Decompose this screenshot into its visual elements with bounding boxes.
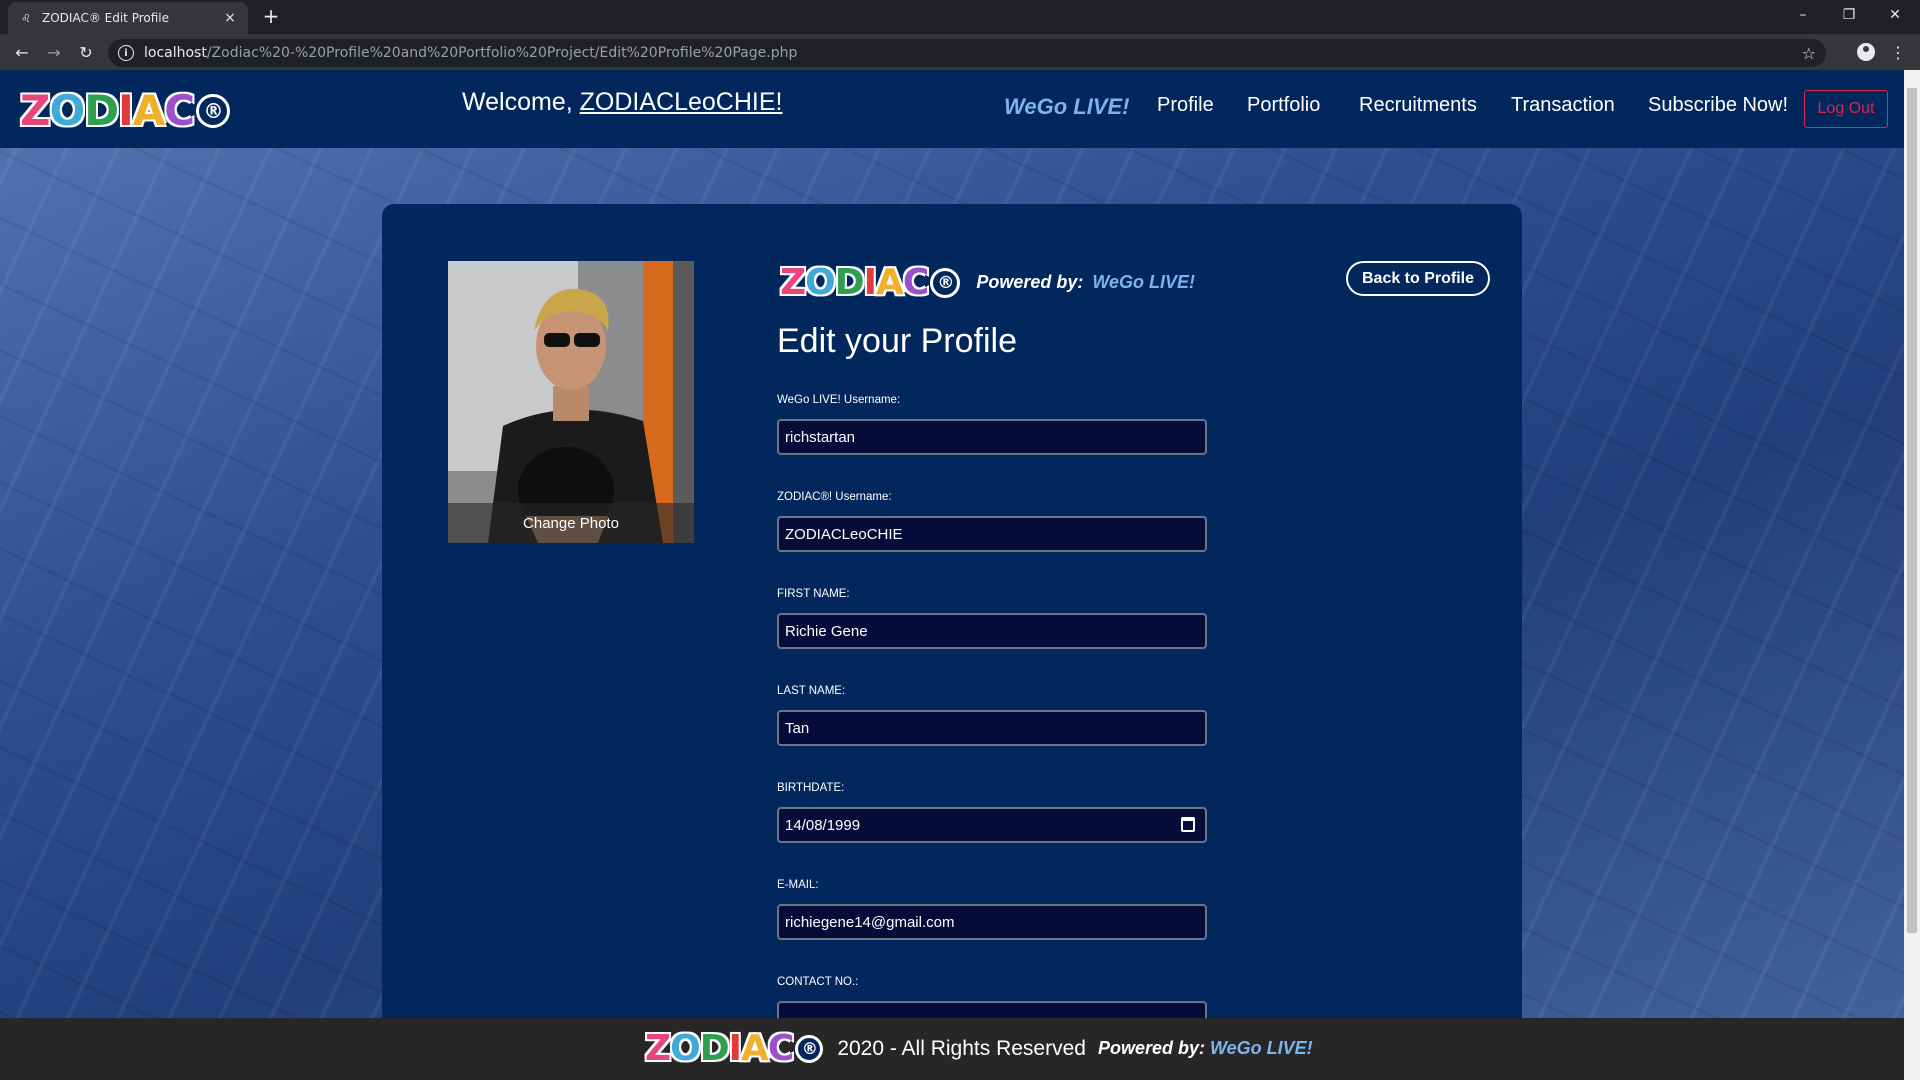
logo-letter: C <box>767 1028 794 1069</box>
copyright-text: 2020 - All Rights Reserved <box>837 1036 1086 1060</box>
zodiac-logo[interactable]: Z O D I A C ® <box>20 86 231 135</box>
reload-icon[interactable]: ↻ <box>74 40 98 64</box>
first-name-label: FIRST NAME: <box>777 588 850 600</box>
browser-menu-icon[interactable]: ⋮ <box>1886 40 1910 64</box>
logo-letter: O <box>670 1028 701 1069</box>
welcome-prefix: Welcome, <box>462 88 580 116</box>
welcome-user-link[interactable]: ZODIACLeoCHIE! <box>580 88 783 116</box>
powered-by-text: Powered by: <box>1097 1038 1205 1058</box>
logo-letter: A <box>741 1028 769 1069</box>
logo-letter: D <box>699 1028 730 1069</box>
logo-letter: I <box>728 1028 742 1069</box>
logo-letter: Z <box>645 1028 671 1069</box>
logo-letter: C <box>164 86 195 135</box>
logo-letter: Z <box>20 86 50 135</box>
wego-username-input[interactable]: richstartan <box>777 419 1207 455</box>
birthdate-value: 14/08/1999 <box>785 816 861 834</box>
powered-by-label: Powered by: WeGo LIVE! <box>976 272 1195 293</box>
contact-no-label: CONTACT NO.: <box>777 976 859 988</box>
logout-button[interactable]: Log Out <box>1804 90 1888 128</box>
site-footer: Z O D I A C ® 2020 - All Rights Reserved… <box>0 1018 1904 1080</box>
browser-tab-bar: ♌ ZODIAC® Edit Profile × + – ❐ ✕ <box>0 0 1920 34</box>
profile-photo[interactable]: Change Photo <box>448 261 694 543</box>
wego-live-logo: WeGo LIVE! <box>1210 1038 1313 1058</box>
registered-icon: ® <box>196 93 231 128</box>
back-arrow-icon[interactable]: ← <box>10 40 34 64</box>
form-field: WeGo LIVE! Username: richstartan <box>777 394 1217 491</box>
form-logo-row: Z O D I A C ® Powered by: WeGo LIVE! <box>780 262 1195 303</box>
welcome-message: Welcome, ZODIACLeoCHIE! <box>462 88 782 117</box>
footer-powered-by: Powered by: WeGo LIVE! <box>1098 1038 1313 1059</box>
form-field: ZODIAC®! Username: ZODIACLeoCHIE <box>777 491 1217 588</box>
edit-profile-card: Change Photo Z O D I A C ® Powered by: W… <box>382 204 1522 1080</box>
site-header: Z O D I A C ® Welcome, ZODIACLeoCHIE! We… <box>0 70 1904 148</box>
profile-photo-image <box>448 261 694 543</box>
tab-close-icon[interactable]: × <box>222 10 238 26</box>
footer-content: Z O D I A C ® 2020 - All Rights Reserved… <box>645 1028 1313 1069</box>
page-scrollbar[interactable] <box>1904 70 1920 1080</box>
birthdate-label: BIRTHDATE: <box>777 782 845 794</box>
zodiac-logo: Z O D I A C ® <box>645 1028 824 1069</box>
logo-letter: O <box>805 262 836 303</box>
logo-letter: C <box>902 262 929 303</box>
logo-letter: I <box>118 86 134 135</box>
nav-profile[interactable]: Profile <box>1157 94 1214 117</box>
page-title: Edit your Profile <box>777 322 1017 360</box>
nav-subscribe[interactable]: Subscribe Now! <box>1648 94 1788 117</box>
zodiac-logo: Z O D I A C ® <box>780 262 961 303</box>
registered-icon: ® <box>795 1034 824 1063</box>
wego-live-logo[interactable]: WeGo LIVE! <box>1004 94 1130 120</box>
nav-portfolio[interactable]: Portfolio <box>1247 94 1320 117</box>
close-window-button[interactable]: ✕ <box>1872 0 1918 30</box>
forward-arrow-icon[interactable]: → <box>42 40 66 64</box>
change-photo-label[interactable]: Change Photo <box>448 503 694 543</box>
address-bar[interactable]: i localhost /Zodiac%20-%20Profile%20and%… <box>108 39 1826 67</box>
form-field: BIRTHDATE: 14/08/1999 <box>777 782 1217 879</box>
logo-letter: A <box>132 86 166 135</box>
url-path: /Zodiac%20-%20Profile%20and%20Portfolio%… <box>206 45 798 61</box>
email-label: E-MAIL: <box>777 879 819 891</box>
registered-icon: ® <box>930 267 961 298</box>
logo-letter: D <box>834 262 865 303</box>
logo-letter: Z <box>780 262 806 303</box>
form-field: E-MAIL: richiegene14@gmail.com <box>777 879 1217 976</box>
url-host: localhost <box>144 45 207 61</box>
profile-form: WeGo LIVE! Username: richstartan ZODIAC®… <box>777 394 1217 1073</box>
powered-by-text: Powered by: <box>976 272 1084 292</box>
zodiac-username-label: ZODIAC®! Username: <box>777 491 892 503</box>
logo-letter: D <box>84 86 119 135</box>
logo-letter: A <box>876 262 904 303</box>
favicon-icon: ♌ <box>21 11 31 25</box>
calendar-icon[interactable] <box>1181 817 1195 832</box>
form-field: FIRST NAME: Richie Gene <box>777 588 1217 685</box>
zodiac-username-input[interactable]: ZODIACLeoCHIE <box>777 516 1207 552</box>
wego-live-logo: WeGo LIVE! <box>1092 272 1196 292</box>
form-field: LAST NAME: Tan <box>777 685 1217 782</box>
browser-tab[interactable]: ♌ ZODIAC® Edit Profile × <box>8 2 248 34</box>
scrollbar-thumb[interactable] <box>1907 88 1917 933</box>
nav-recruitments[interactable]: Recruitments <box>1359 94 1477 117</box>
profile-icon[interactable] <box>1854 40 1878 64</box>
last-name-input[interactable]: Tan <box>777 710 1207 746</box>
bookmark-star-icon[interactable]: ☆ <box>1802 44 1816 63</box>
new-tab-button[interactable]: + <box>260 4 282 28</box>
logo-letter: O <box>49 86 85 135</box>
minimize-button[interactable]: – <box>1780 0 1826 30</box>
page-viewport: Z O D I A C ® Welcome, ZODIACLeoCHIE! We… <box>0 70 1904 1080</box>
email-input[interactable]: richiegene14@gmail.com <box>777 904 1207 940</box>
first-name-input[interactable]: Richie Gene <box>777 613 1207 649</box>
browser-toolbar: ← → ↻ i localhost /Zodiac%20-%20Profile%… <box>0 34 1920 70</box>
back-to-profile-button[interactable]: Back to Profile <box>1346 261 1490 296</box>
tab-title: ZODIAC® Edit Profile <box>42 11 170 25</box>
last-name-label: LAST NAME: <box>777 685 846 697</box>
birthdate-input[interactable]: 14/08/1999 <box>777 807 1207 843</box>
nav-transaction[interactable]: Transaction <box>1511 94 1615 117</box>
info-icon[interactable]: i <box>118 45 134 61</box>
restore-button[interactable]: ❐ <box>1826 0 1872 30</box>
logo-letter: I <box>863 262 877 303</box>
wego-username-label: WeGo LIVE! Username: <box>777 394 901 406</box>
